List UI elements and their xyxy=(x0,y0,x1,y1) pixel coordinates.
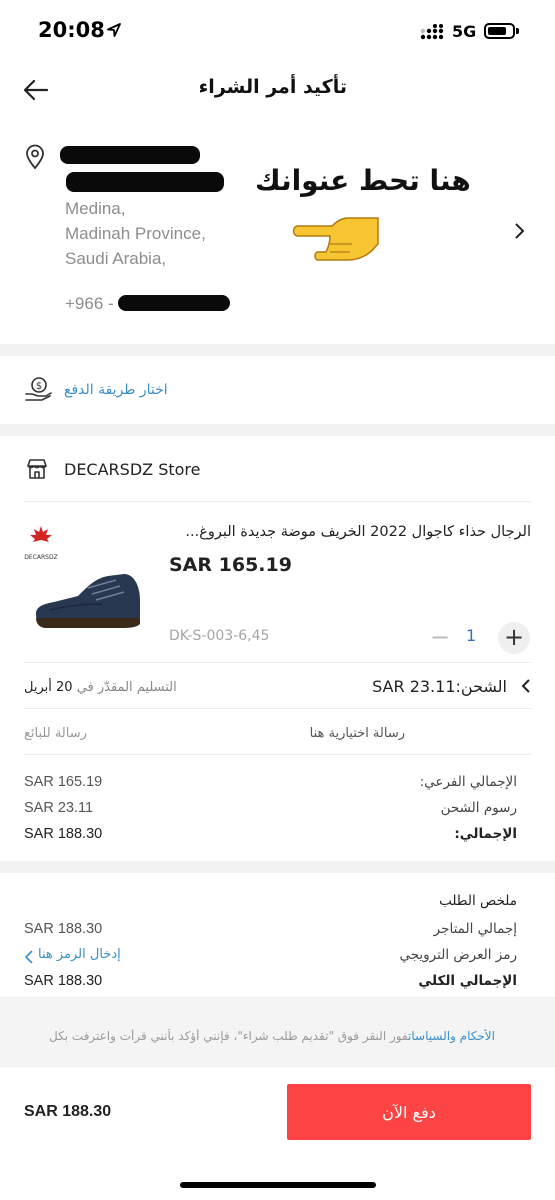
delivery-estimate: التسليم المقدّر في 20 أبريل xyxy=(24,680,177,695)
promo-code-label: رمز العرض الترويجي xyxy=(399,947,517,963)
shipping-address-card[interactable]: Medina, Madinah Province, Saudi Arabia, … xyxy=(0,118,555,344)
merchant-total-value: SAR 188.30 xyxy=(24,921,103,937)
page-title: تأكيد أمر الشراء xyxy=(198,76,347,98)
chevron-left-icon[interactable] xyxy=(520,678,532,694)
terms-notice: الأحكام والسياساتفور النقر فوق "تقديم طل… xyxy=(0,997,555,1067)
summary-title: ملخص الطلب xyxy=(439,893,517,909)
back-arrow-icon[interactable] xyxy=(22,76,50,104)
location-pin-icon xyxy=(26,144,44,170)
subtotal-label: الإجمالي الفرعي: xyxy=(419,774,517,790)
checkout-total: SAR 188.30 xyxy=(24,1103,112,1120)
location-arrow-icon xyxy=(107,23,121,37)
address-phone: +966 - xyxy=(65,294,114,314)
divider xyxy=(24,708,531,709)
status-bar: 20:08 5G xyxy=(0,0,555,62)
quantity-value: 1 xyxy=(466,626,477,645)
pointing-hand-emoji-icon xyxy=(292,217,379,261)
product-title[interactable]: الرجال حذاء كاجوال 2022 الخريف موضة جديد… xyxy=(169,524,531,540)
annotation-text: هنا تحط عنوانك xyxy=(255,164,471,197)
delivery-prefix: التسليم المقدّر في xyxy=(76,680,177,695)
section-divider xyxy=(0,861,555,873)
chevron-left-icon xyxy=(24,950,33,964)
delivery-date: 20 أبريل xyxy=(24,680,73,695)
product-image[interactable]: DECARSDZ xyxy=(24,518,150,644)
status-time: 20:08 xyxy=(38,18,105,42)
redacted-name xyxy=(60,146,200,164)
page-header: تأكيد أمر الشراء xyxy=(0,62,555,118)
store-name[interactable]: DECARSDZ Store xyxy=(64,460,200,479)
shipping-fee-value: SAR 23.11 xyxy=(24,800,94,816)
battery-icon xyxy=(484,23,515,39)
redacted-phone xyxy=(118,295,230,311)
seller-message-label: رسالة للبائع xyxy=(24,726,87,741)
grand-total-label: الإجمالي الكلي xyxy=(418,973,517,989)
terms-body: فور النقر فوق "تقديم طلب شراء"، فإنني أؤ… xyxy=(49,1029,409,1043)
divider xyxy=(24,662,531,663)
section-divider xyxy=(0,424,555,436)
divider xyxy=(24,754,531,755)
promo-code-link-text[interactable]: إدخال الرمز هنا xyxy=(38,947,121,962)
phone-prefix: +966 - xyxy=(65,294,114,313)
total-value: SAR 188.30 xyxy=(24,826,103,842)
redacted-street xyxy=(66,172,224,192)
shipping-fee-label: رسوم الشحن xyxy=(440,800,517,816)
section-divider xyxy=(0,344,555,356)
address-country: Saudi Arabia, xyxy=(65,249,167,268)
battery-cap xyxy=(516,28,519,34)
grand-total-value: SAR 188.30 xyxy=(24,973,103,989)
quantity-increase-button[interactable]: + xyxy=(498,622,530,654)
merchant-total-label: إجمالي المتاجر xyxy=(433,921,517,937)
address-lines: Medina, Madinah Province, Saudi Arabia, xyxy=(65,196,206,271)
terms-link[interactable]: الأحكام والسياسات xyxy=(408,1029,495,1043)
product-price: SAR 165.19 xyxy=(169,554,292,576)
network-type: 5G xyxy=(452,22,477,41)
svg-text:$: $ xyxy=(36,381,42,392)
payment-method-link[interactable]: اختار طريقة الدفع xyxy=(64,382,168,398)
seller-message-input[interactable]: رسالة اختيارية هنا xyxy=(310,726,405,741)
chevron-right-icon xyxy=(515,223,525,239)
home-indicator[interactable] xyxy=(180,1182,376,1188)
terms-text: الأحكام والسياساتفور النقر فوق "تقديم طل… xyxy=(25,1029,495,1043)
checkout-bar: SAR 188.30 دفع الآن xyxy=(0,1067,555,1200)
total-label: الإجمالي: xyxy=(454,826,517,842)
store-section: DECARSDZ Store DECARSDZ الرجال حذاء كاجو… xyxy=(0,436,555,861)
order-summary: ملخص الطلب إجمالي المتاجر SAR 188.30 رمز… xyxy=(0,873,555,997)
payment-hand-coin-icon: $ xyxy=(25,377,52,401)
address-province: Madinah Province, xyxy=(65,224,206,243)
pay-now-button[interactable]: دفع الآن xyxy=(287,1084,531,1140)
quantity-decrease-button[interactable]: − xyxy=(424,622,456,654)
product-sku: DK-S-003-6,45 xyxy=(169,628,270,644)
store-icon xyxy=(27,459,47,479)
brand-logo-icon xyxy=(30,526,52,542)
subtotal-value: SAR 165.19 xyxy=(24,774,103,790)
brand-logo-text: DECARSDZ xyxy=(24,554,58,561)
shipping-option[interactable]: الشحن:SAR 23.11 xyxy=(372,677,507,696)
payment-method-row[interactable]: $ اختار طريقة الدفع xyxy=(0,356,555,434)
address-city: Medina, xyxy=(65,199,126,218)
shoe-image-icon xyxy=(36,574,140,628)
divider xyxy=(24,501,531,502)
signal-icon xyxy=(420,24,444,40)
